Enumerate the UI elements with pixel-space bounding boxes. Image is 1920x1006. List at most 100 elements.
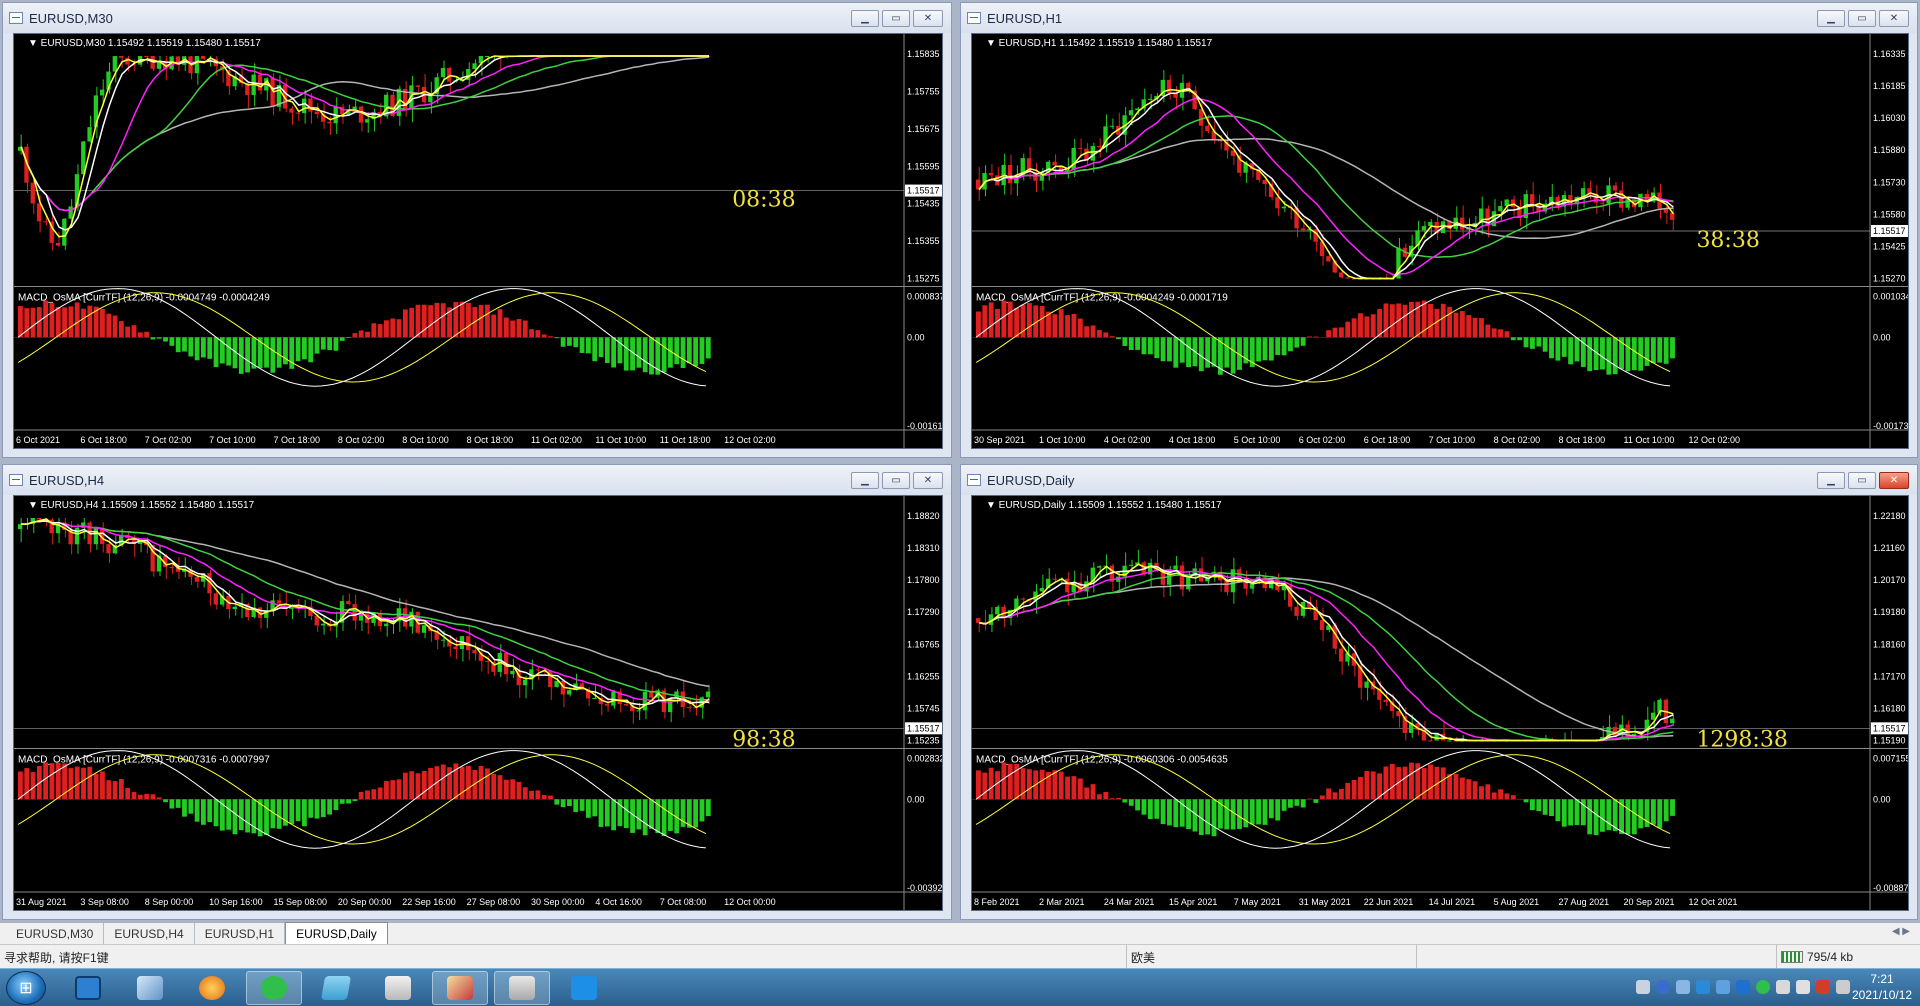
chart-canvas[interactable]: ▼ EURUSD,H4 1.15509 1.15552 1.15480 1.15… bbox=[13, 495, 943, 911]
ma-white-line bbox=[978, 87, 1674, 280]
time-tick-label: 8 Oct 10:00 bbox=[402, 435, 449, 445]
chart-window-daily[interactable]: EURUSD,Daily ▁ ▭ ✕ ▼ EURUSD,Daily 1.1550… bbox=[960, 464, 1918, 920]
macd-info-text: MACD_OsMA [CurrTF] (12,26,9) -0.0004749 … bbox=[18, 293, 270, 304]
macd-histogram-bar bbox=[295, 337, 301, 362]
macd-histogram-bar bbox=[409, 307, 415, 338]
macd-histogram-bar bbox=[1313, 799, 1319, 803]
start-button[interactable]: ⊞ bbox=[6, 971, 46, 1005]
tray-volume-icon[interactable] bbox=[1796, 980, 1810, 994]
window-title-bar[interactable]: EURUSD,H4 bbox=[3, 465, 951, 495]
tray-app-icon[interactable] bbox=[1776, 980, 1790, 994]
price-tick-label: 1.16255 bbox=[907, 671, 940, 681]
macd-histogram-bar bbox=[1026, 303, 1032, 338]
candle-body bbox=[194, 56, 200, 74]
maximize-button[interactable]: ▭ bbox=[882, 472, 910, 489]
status-profile[interactable]: 欧美 bbox=[1126, 945, 1416, 969]
macd-histogram-bar bbox=[1211, 799, 1217, 837]
close-button[interactable]: ✕ bbox=[1879, 10, 1909, 27]
chart-canvas[interactable]: ▼ EURUSD,H1 1.15492 1.15519 1.15480 1.15… bbox=[971, 33, 1909, 449]
taskbar-terminal-app[interactable] bbox=[370, 971, 426, 1005]
chart-window-m30[interactable]: EURUSD,M30 ▁ ▭ ✕ ▼ EURUSD,M30 1.15492 1.… bbox=[2, 2, 952, 458]
price-tick-label: 1.18820 bbox=[907, 511, 940, 521]
taskbar-desktop-app[interactable] bbox=[60, 971, 116, 1005]
macd-histogram-bar bbox=[668, 799, 673, 831]
macd-histogram-bar bbox=[1147, 799, 1153, 820]
macd-histogram-bar bbox=[1122, 799, 1128, 803]
tray-update-icon[interactable] bbox=[1676, 980, 1690, 994]
tray-wechat-icon[interactable] bbox=[1756, 980, 1770, 994]
candle-body bbox=[68, 206, 73, 219]
price-chart-svg[interactable]: ▼ EURUSD,H4 1.15509 1.15552 1.15480 1.15… bbox=[14, 496, 942, 910]
candle-body bbox=[106, 544, 111, 554]
macd-histogram-bar bbox=[1090, 784, 1096, 800]
tray-blue-icon[interactable] bbox=[1736, 980, 1750, 994]
tab-scroll-arrows-icon[interactable]: ◀ ▶ bbox=[1892, 926, 1910, 937]
macd-histogram-bar bbox=[1313, 336, 1319, 338]
tab-eurusd-m30[interactable]: EURUSD,M30 bbox=[6, 923, 105, 944]
time-tick-label: 7 Oct 18:00 bbox=[273, 435, 320, 445]
tab-eurusd-daily[interactable]: EURUSD,Daily bbox=[285, 922, 388, 944]
minimize-button[interactable]: ▁ bbox=[1817, 10, 1845, 27]
macd-histogram-bar bbox=[466, 302, 471, 338]
macd-histogram-bar bbox=[213, 799, 219, 827]
maximize-button[interactable]: ▭ bbox=[1848, 472, 1876, 489]
chart-canvas[interactable]: ▼ EURUSD,M30 1.15492 1.15519 1.15480 1.1… bbox=[13, 33, 943, 449]
close-button[interactable]: ✕ bbox=[913, 472, 943, 489]
price-chart-svg[interactable]: ▼ EURUSD,H1 1.15492 1.15519 1.15480 1.15… bbox=[972, 34, 1908, 448]
macd-histogram-bar bbox=[156, 337, 162, 339]
candle-timer: 98:38 bbox=[732, 728, 795, 753]
macd-histogram-bar bbox=[548, 336, 553, 338]
taskbar-control-panel-app[interactable] bbox=[122, 971, 178, 1005]
time-tick-label: 7 Oct 10:00 bbox=[1429, 435, 1476, 445]
minimize-button[interactable]: ▁ bbox=[851, 472, 879, 489]
price-chart-svg[interactable]: ▼ EURUSD,M30 1.15492 1.15519 1.15480 1.1… bbox=[14, 34, 942, 448]
chart-window-h1[interactable]: EURUSD,H1 ▁ ▭ ✕ ▼ EURUSD,H1 1.15492 1.15… bbox=[960, 2, 1918, 458]
candle-body bbox=[686, 707, 692, 709]
tray-help-icon[interactable] bbox=[1656, 980, 1670, 994]
price-tick-label: 1.15580 bbox=[1873, 209, 1906, 219]
taskbar-messenger-app[interactable] bbox=[556, 971, 612, 1005]
macd-histogram-bar bbox=[87, 766, 93, 800]
macd-histogram-bar bbox=[510, 320, 516, 338]
macd-histogram-bar bbox=[976, 311, 981, 338]
taskbar-browser-app[interactable] bbox=[184, 971, 240, 1005]
chart-window-h4[interactable]: EURUSD,H4 ▁ ▭ ✕ ▼ EURUSD,H4 1.15509 1.15… bbox=[2, 464, 952, 920]
tab-eurusd-h4[interactable]: EURUSD,H4 bbox=[104, 923, 195, 944]
window-title-bar[interactable]: EURUSD,M30 bbox=[3, 3, 951, 33]
chart-canvas[interactable]: ▼ EURUSD,Daily 1.15509 1.15552 1.15480 1… bbox=[971, 495, 1909, 911]
tab-eurusd-h1[interactable]: EURUSD,H1 bbox=[195, 923, 286, 944]
macd-histogram-bar bbox=[1319, 795, 1325, 800]
close-button[interactable]: ✕ bbox=[1879, 472, 1909, 489]
taskbar-file-app[interactable] bbox=[308, 971, 364, 1005]
tray-network-icon[interactable] bbox=[1716, 980, 1730, 994]
tray-shield-icon[interactable] bbox=[1696, 980, 1710, 994]
macd-histogram-bar bbox=[1128, 337, 1134, 350]
macd-histogram-bar bbox=[1561, 337, 1567, 357]
minimize-button[interactable]: ▁ bbox=[1817, 472, 1845, 489]
macd-histogram-bar bbox=[49, 303, 55, 338]
macd-histogram-bar bbox=[1128, 799, 1134, 806]
time-tick-label: 8 Oct 02:00 bbox=[1494, 435, 1541, 445]
taskbar-chart-app[interactable] bbox=[432, 971, 488, 1005]
taskbar-clock[interactable]: 7:21 2021/10/12 bbox=[1852, 971, 1912, 1003]
taskbar-wechat-app[interactable] bbox=[246, 971, 302, 1005]
window-title-bar[interactable]: EURUSD,Daily bbox=[961, 465, 1917, 495]
tray-flag-icon[interactable] bbox=[1816, 980, 1830, 994]
status-empty bbox=[1416, 945, 1776, 969]
price-chart-svg[interactable]: ▼ EURUSD,Daily 1.15509 1.15552 1.15480 1… bbox=[972, 496, 1908, 910]
maximize-button[interactable]: ▭ bbox=[1848, 10, 1876, 27]
candle-body bbox=[1065, 578, 1070, 593]
taskbar-terminal2-app[interactable] bbox=[494, 971, 550, 1005]
price-tick-label: 1.18160 bbox=[1873, 639, 1906, 649]
window-title-bar[interactable]: EURUSD,H1 bbox=[961, 3, 1917, 33]
tray-keyboard-icon[interactable] bbox=[1636, 980, 1650, 994]
macd-histogram-bar bbox=[585, 799, 591, 818]
macd-histogram-bar bbox=[642, 799, 648, 836]
macd-histogram-bar bbox=[485, 304, 490, 338]
close-button[interactable]: ✕ bbox=[913, 10, 943, 27]
minimize-button[interactable]: ▁ bbox=[851, 10, 879, 27]
maximize-button[interactable]: ▭ bbox=[882, 10, 910, 27]
candle-body bbox=[276, 600, 282, 604]
tray-signal-icon[interactable] bbox=[1836, 980, 1850, 994]
status-connection[interactable]: 795/4 kb bbox=[1776, 945, 1920, 969]
